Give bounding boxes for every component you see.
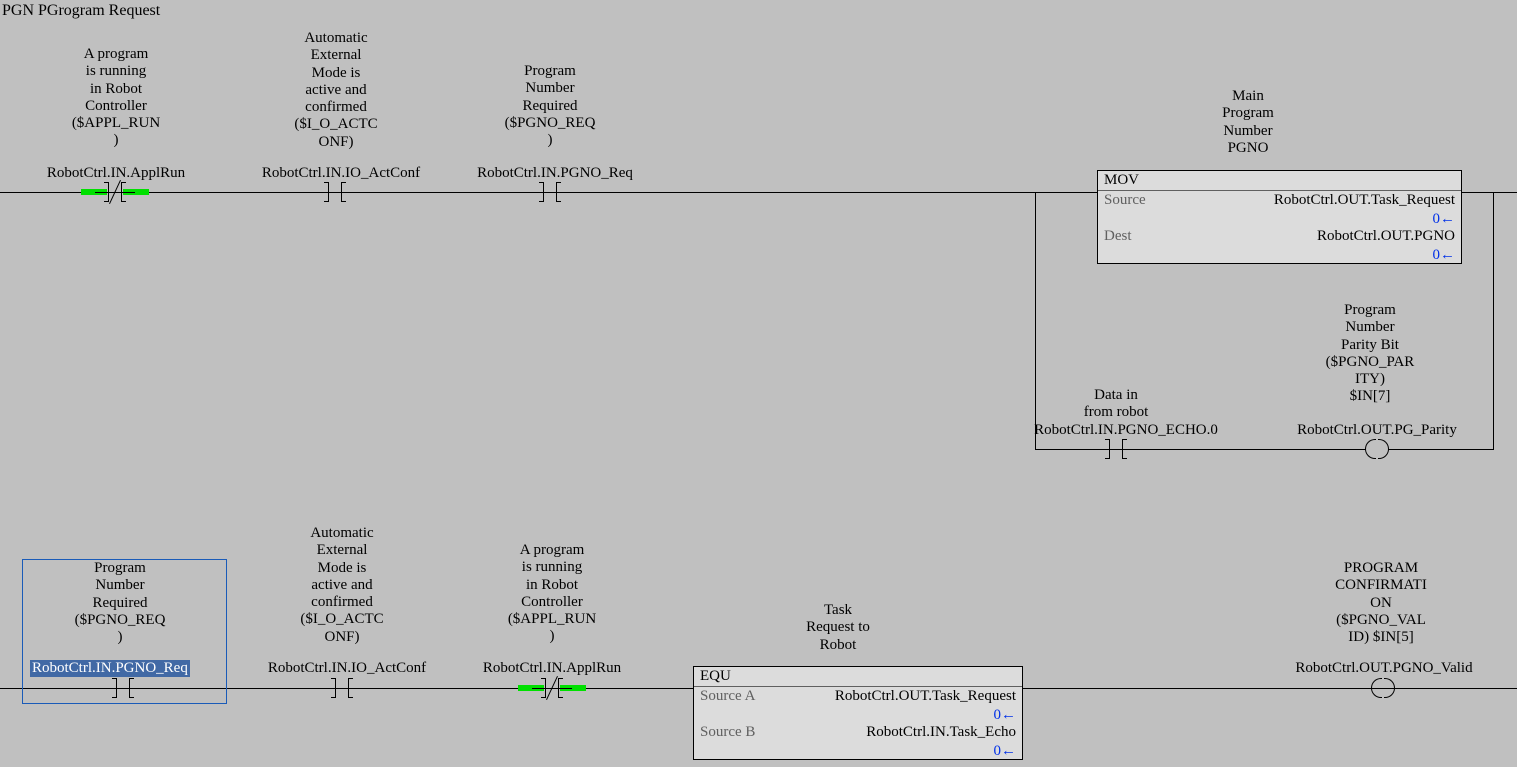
rung-title: PGN PGrogram Request [2,2,160,20]
mov-source-v[interactable]: RobotCtrl.OUT.Task_Request [1274,191,1455,211]
equ-desc: Task Request to Robot [793,602,883,654]
rung2-wire-r [1023,688,1517,689]
echo-desc: Data in from robot [1066,387,1166,422]
equ-b-val: 0 [994,743,1002,759]
wire [1462,192,1493,193]
equ-box[interactable]: EQU Source A RobotCtrl.OUT.Task_Request 0… [693,666,1023,760]
mov-dest-val: 0 [1433,247,1441,263]
valid-desc: PROGRAM CONFIRMATI ON ($PGNO_VAL ID) $IN… [1316,560,1446,646]
mov-dest-v[interactable]: RobotCtrl.OUT.PGNO [1317,227,1455,247]
left-arrow-icon: ← [1440,247,1455,263]
c1-desc: A program is running in Robot Controller… [56,46,176,150]
mov-box[interactable]: MOV SourceRobotCtrl.OUT.Task_Request 0← … [1097,170,1462,264]
xic-contact[interactable] [322,676,362,700]
c3-desc: Program Number Required ($PGNO_REQ ) [490,63,610,149]
r2c2-desc: Automatic External Mode is active and co… [282,525,402,646]
r2c2-tag[interactable]: RobotCtrl.IN.IO_ActConf [252,660,442,677]
wire [1493,192,1494,449]
ote-coil[interactable] [1352,437,1402,461]
mov-dest-k: Dest [1104,227,1132,247]
xio-contact[interactable] [95,180,135,204]
mov-source-val: 0 [1433,211,1441,227]
valid-tag[interactable]: RobotCtrl.OUT.PGNO_Valid [1274,660,1494,677]
equ-a-val: 0 [994,707,1002,723]
r2c3-desc: A program is running in Robot Controller… [492,542,612,646]
left-arrow-icon: ← [1001,707,1016,723]
equ-a-k: Source A [700,687,755,707]
xic-contact[interactable] [315,180,355,204]
xio-contact[interactable] [532,676,572,700]
wire [1035,192,1036,449]
left-arrow-icon: ← [1440,211,1455,227]
xic-contact[interactable] [530,180,570,204]
equ-name: EQU [694,667,1022,687]
mov-desc: Main Program Number PGNO [1198,88,1298,157]
equ-a-v[interactable]: RobotCtrl.OUT.Task_Request [835,687,1016,707]
wire [1402,449,1494,450]
ote-coil[interactable] [1358,676,1408,700]
equ-b-k: Source B [700,723,755,743]
mov-source-k: Source [1104,191,1146,211]
r2c3-tag[interactable]: RobotCtrl.IN.ApplRun [468,660,636,677]
xic-contact[interactable] [1096,437,1136,461]
c2-desc: Automatic External Mode is active and co… [276,30,396,151]
r2c1-desc: Program Number Required ($PGNO_REQ ) [60,560,180,646]
xic-contact[interactable] [103,676,143,700]
parity-desc: Program Number Parity Bit ($PGNO_PAR ITY… [1310,302,1430,406]
wire [1136,449,1354,450]
r2c1-tag[interactable]: RobotCtrl.IN.PGNO_Req [30,660,190,677]
left-arrow-icon: ← [1001,743,1016,759]
mov-name: MOV [1098,171,1461,191]
equ-b-v[interactable]: RobotCtrl.IN.Task_Echo [866,723,1016,743]
